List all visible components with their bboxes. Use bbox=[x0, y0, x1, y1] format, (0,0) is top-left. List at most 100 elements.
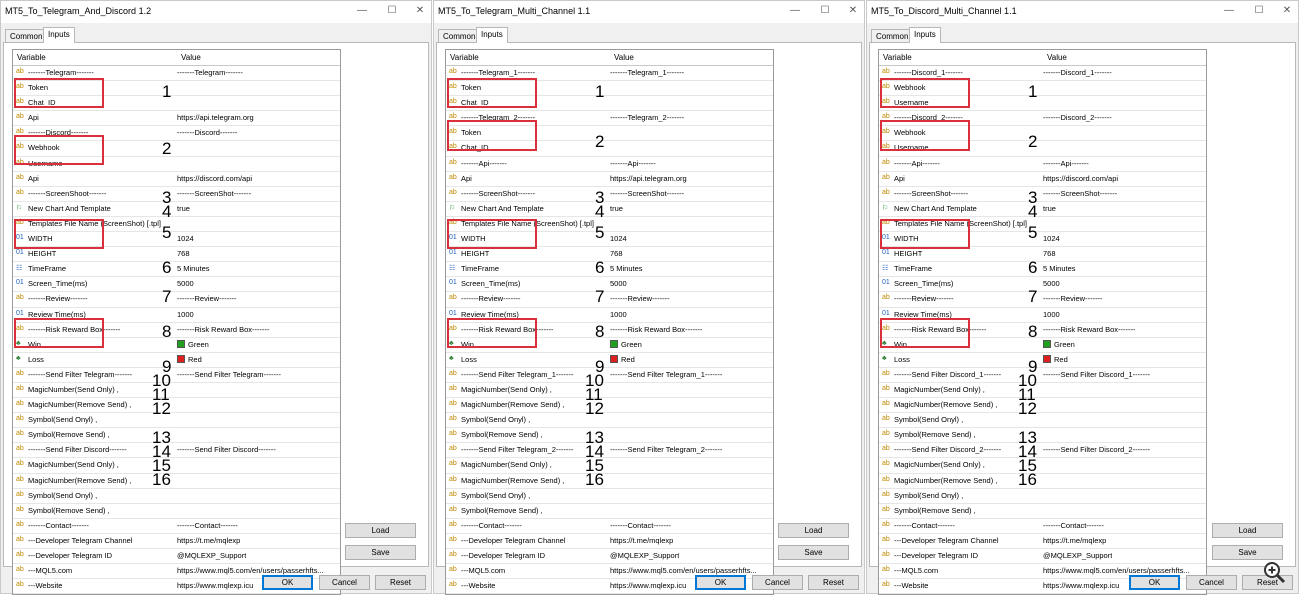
table-row[interactable]: ab ---Developer Telegram Channel https://t… bbox=[446, 534, 773, 549]
variable-value[interactable]: Red bbox=[177, 354, 202, 364]
variable-value[interactable]: -------Send Filter Discord_2------- bbox=[1043, 445, 1150, 454]
variable-value[interactable]: @MQLEXP_Support bbox=[1043, 551, 1112, 560]
table-row[interactable]: ab -------Contact------- -------Contact---… bbox=[446, 519, 773, 534]
tab-inputs[interactable]: Inputs bbox=[909, 27, 941, 43]
table-row[interactable]: ab -------Contact------- -------Contact---… bbox=[13, 519, 340, 534]
table-row[interactable]: ab -------Send Filter Telegram_2------- --… bbox=[446, 443, 773, 459]
table-row[interactable]: ab MagicNumber(Send Only) , bbox=[879, 458, 1206, 474]
close-icon[interactable]: ✕ bbox=[413, 4, 427, 18]
maximize-icon[interactable]: ☐ bbox=[385, 4, 399, 18]
table-row[interactable]: ab Symbol(Remove Send) , bbox=[446, 504, 773, 519]
variable-value[interactable]: 1024 bbox=[177, 234, 194, 243]
variable-value[interactable]: -------Review------- bbox=[177, 294, 237, 303]
table-row[interactable]: ab Symbol(Remove Send) , bbox=[446, 428, 773, 444]
variable-value[interactable]: https://www.mqlexp.icu bbox=[177, 581, 253, 590]
reset-button[interactable]: Reset bbox=[375, 575, 426, 590]
variable-value[interactable]: -------Send Filter Telegram_2------- bbox=[610, 445, 722, 454]
variable-value[interactable]: 5000 bbox=[1043, 279, 1060, 288]
table-row[interactable]: ab MagicNumber(Send Only) , bbox=[13, 458, 340, 474]
table-row[interactable]: ab MagicNumber(Remove Send) , bbox=[13, 398, 340, 414]
save-button[interactable]: Save bbox=[345, 545, 416, 560]
table-row[interactable]: ab Symbol(Send Onyl) , bbox=[13, 489, 340, 504]
variable-value[interactable]: https://discord.com/api bbox=[1043, 174, 1118, 183]
table-row[interactable]: ab ---Developer Telegram ID @MQLEXP_Suppor… bbox=[879, 549, 1206, 565]
save-button[interactable]: Save bbox=[778, 545, 849, 560]
variable-value[interactable]: -------Review------- bbox=[1043, 294, 1103, 303]
variable-value[interactable]: -------Contact------- bbox=[1043, 521, 1104, 530]
table-row[interactable]: ab -------ScreenShoot------- -------Screen… bbox=[13, 187, 340, 202]
variable-value[interactable]: 5000 bbox=[177, 279, 194, 288]
variable-value[interactable]: 768 bbox=[1043, 249, 1056, 258]
table-row[interactable]: ab -------Review------- -------Review-----… bbox=[446, 292, 773, 308]
cancel-button[interactable]: Cancel bbox=[752, 575, 803, 590]
table-row[interactable]: ab ---Developer Telegram ID @MQLEXP_Suppor… bbox=[13, 549, 340, 565]
variable-value[interactable]: https://www.mql5.com/en/users/passerhfts… bbox=[610, 566, 757, 575]
table-row[interactable]: ⚐ New Chart And Template true bbox=[13, 202, 340, 217]
variable-value[interactable]: https://www.mqlexp.icu bbox=[610, 581, 686, 590]
table-row[interactable]: ab Symbol(Send Onyl) , bbox=[446, 489, 773, 504]
variable-value[interactable]: -------Api------- bbox=[1043, 159, 1089, 168]
table-row[interactable]: ab -------Send Filter Discord------- -----… bbox=[13, 443, 340, 459]
table-row[interactable]: ab MagicNumber(Remove Send) , bbox=[879, 474, 1206, 489]
variable-value[interactable]: Red bbox=[610, 354, 635, 364]
table-row[interactable]: ab Symbol(Remove Send) , bbox=[879, 428, 1206, 444]
maximize-icon[interactable]: ☐ bbox=[1252, 4, 1266, 18]
variable-value[interactable]: 1024 bbox=[610, 234, 627, 243]
variable-value[interactable]: -------Risk Reward Box------- bbox=[1043, 325, 1135, 334]
tab-inputs[interactable]: Inputs bbox=[476, 27, 508, 43]
column-header-variable[interactable]: Variable bbox=[17, 53, 46, 62]
table-row[interactable]: ab ---Developer Telegram Channel https://t… bbox=[13, 534, 340, 549]
variable-value[interactable]: https://www.mql5.com/en/users/passerhfts… bbox=[1043, 566, 1190, 575]
table-row[interactable]: ab ---Developer Telegram Channel https://t… bbox=[879, 534, 1206, 549]
variable-value[interactable]: -------Telegram_1------- bbox=[610, 68, 684, 77]
variable-value[interactable]: https://www.mqlexp.icu bbox=[1043, 581, 1119, 590]
variable-value[interactable]: -------Discord_1------- bbox=[1043, 68, 1112, 77]
ok-button[interactable]: OK bbox=[1129, 575, 1180, 590]
table-row[interactable]: ☷ TimeFrame 5 Minutes bbox=[446, 262, 773, 278]
variable-value[interactable]: https://discord.com/api bbox=[177, 174, 252, 183]
table-row[interactable]: ab MagicNumber(Remove Send) , bbox=[446, 474, 773, 489]
table-row[interactable]: ab MagicNumber(Remove Send) , bbox=[13, 474, 340, 489]
reset-button[interactable]: Reset bbox=[808, 575, 859, 590]
table-row[interactable]: ab Api https://discord.com/api bbox=[879, 172, 1206, 187]
tab-common[interactable]: Common bbox=[871, 29, 914, 43]
table-row[interactable]: ab MagicNumber(Send Only) , bbox=[446, 458, 773, 474]
table-row[interactable]: ♣ Loss Red bbox=[13, 353, 340, 368]
table-row[interactable]: ab ---Developer Telegram ID @MQLEXP_Suppor… bbox=[446, 549, 773, 565]
table-row[interactable]: ab Symbol(Remove Send) , bbox=[13, 428, 340, 444]
table-row[interactable]: ab Symbol(Send Onyl) , bbox=[446, 413, 773, 429]
variable-value[interactable]: -------Telegram_2------- bbox=[610, 113, 684, 122]
variable-value[interactable]: https://t.me/mqlexp bbox=[610, 536, 673, 545]
variable-value[interactable]: 5 Minutes bbox=[177, 264, 210, 273]
variable-value[interactable]: 1000 bbox=[1043, 310, 1060, 319]
variable-value[interactable]: true bbox=[1043, 204, 1056, 213]
table-row[interactable]: ab MagicNumber(Send Only) , bbox=[879, 383, 1206, 399]
table-row[interactable]: ab Symbol(Send Onyl) , bbox=[879, 489, 1206, 504]
variable-value[interactable]: 1024 bbox=[1043, 234, 1060, 243]
table-row[interactable]: 01 Screen_Time(ms) 5000 bbox=[879, 277, 1206, 293]
variable-value[interactable]: 1000 bbox=[610, 310, 627, 319]
load-button[interactable]: Load bbox=[778, 523, 849, 538]
table-row[interactable]: ☷ TimeFrame 5 Minutes bbox=[13, 262, 340, 278]
table-row[interactable]: ab Symbol(Remove Send) , bbox=[13, 504, 340, 519]
variable-value[interactable]: https://api.telegram.org bbox=[610, 174, 687, 183]
table-row[interactable]: 01 Screen_Time(ms) 5000 bbox=[13, 277, 340, 293]
variable-value[interactable]: -------Contact------- bbox=[177, 521, 238, 530]
minimize-icon[interactable]: — bbox=[788, 4, 802, 18]
table-row[interactable]: ab -------Send Filter Telegram_1------- --… bbox=[446, 368, 773, 383]
minimize-icon[interactable]: — bbox=[1222, 4, 1236, 18]
variable-value[interactable]: -------Review------- bbox=[610, 294, 670, 303]
tab-common[interactable]: Common bbox=[438, 29, 481, 43]
minimize-icon[interactable]: — bbox=[355, 4, 369, 18]
table-row[interactable]: ab Api https://api.telegram.org bbox=[446, 172, 773, 187]
table-row[interactable]: ab -------ScreenShot------- -------ScreenS… bbox=[446, 187, 773, 202]
table-row[interactable]: ab -------Send Filter Discord_2------- ---… bbox=[879, 443, 1206, 459]
table-row[interactable]: 01 HEIGHT 768 bbox=[879, 247, 1206, 263]
title-bar[interactable]: MT5_To_Telegram_Multi_Channel 1.1 — ☐ ✕ bbox=[434, 1, 864, 23]
table-row[interactable]: ab MagicNumber(Remove Send) , bbox=[879, 398, 1206, 414]
variable-value[interactable]: https://t.me/mqlexp bbox=[177, 536, 240, 545]
table-row[interactable]: ab -------Api------- -------Api------- bbox=[879, 157, 1206, 172]
table-row[interactable]: ab -------Review------- -------Review-----… bbox=[13, 292, 340, 308]
variable-value[interactable]: true bbox=[177, 204, 190, 213]
table-row[interactable]: ♣ Loss Red bbox=[879, 353, 1206, 368]
